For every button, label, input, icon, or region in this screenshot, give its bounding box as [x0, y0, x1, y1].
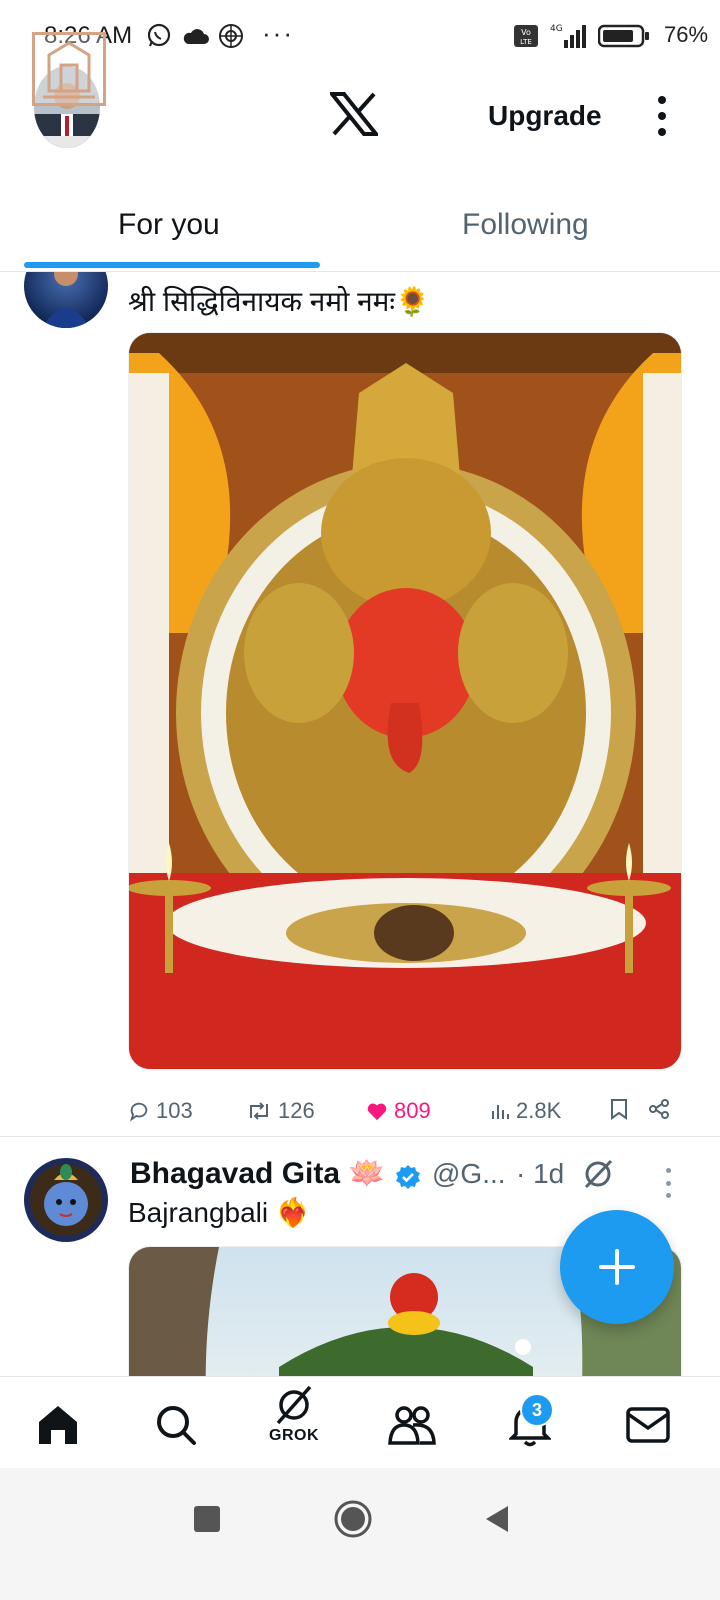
post-divider	[0, 1136, 720, 1137]
svg-text:LTE: LTE	[520, 38, 532, 46]
system-navigation-bar	[0, 1468, 720, 1600]
post-time[interactable]: · 1d	[516, 1158, 564, 1190]
repost-count: 126	[278, 1098, 315, 1123]
bookmark-icon	[611, 1099, 627, 1120]
views-icon	[492, 1105, 509, 1119]
svg-text:Vo: Vo	[521, 28, 531, 37]
verified-badge-icon	[394, 1164, 422, 1197]
nav-home[interactable]	[28, 1395, 88, 1455]
repost-button[interactable]: 126	[246, 1098, 315, 1124]
home-system-button[interactable]	[334, 1500, 372, 1538]
nav-search[interactable]	[146, 1395, 206, 1455]
bookmark-button[interactable]	[610, 1098, 628, 1120]
recents-button[interactable]	[194, 1506, 220, 1532]
share-icon	[649, 1099, 669, 1119]
notifications-badge: 3	[520, 1393, 554, 1427]
compose-post-button[interactable]	[560, 1210, 674, 1324]
bottom-navigation: GROK 3	[0, 1376, 720, 1468]
post-text: श्री सिद्धिविनायक नमो नमः🌻	[128, 286, 430, 317]
repost-icon	[250, 1102, 268, 1120]
whatsapp-icon	[146, 22, 172, 50]
reply-icon	[130, 1102, 148, 1122]
home-icon	[39, 1406, 77, 1444]
share-button[interactable]	[648, 1098, 670, 1120]
network-type: 4G	[550, 24, 563, 34]
app-icon	[218, 22, 244, 50]
reply-count: 103	[156, 1098, 193, 1123]
tab-following[interactable]: Following	[462, 208, 589, 242]
post-header: Bhagavad Gita 🪷 @G... · 1d	[130, 1156, 720, 1200]
image-placeholder-overlay	[32, 32, 106, 106]
timeline-tabs: For you Following	[0, 190, 720, 272]
back-button[interactable]	[484, 1504, 510, 1534]
battery-icon	[598, 22, 650, 50]
volte-icon: Vo LTE	[514, 22, 538, 50]
post-author-avatar[interactable]	[24, 1158, 108, 1242]
views-button[interactable]: 2.8K	[490, 1098, 561, 1124]
grok-icon	[276, 1385, 312, 1425]
status-overflow: ···	[262, 18, 294, 48]
communities-icon	[388, 1406, 436, 1445]
grok-label: GROK	[269, 1427, 319, 1444]
post-actions: 103 126 809 2.8K	[128, 1098, 698, 1138]
signal-icon: 4G	[548, 22, 588, 50]
author-name[interactable]: Bhagavad Gita 🪷	[130, 1156, 386, 1191]
like-count: 809	[394, 1098, 431, 1123]
cloud-icon	[182, 22, 210, 50]
reply-button[interactable]: 103	[128, 1098, 193, 1124]
post-more-icon[interactable]	[666, 1168, 672, 1198]
mail-icon	[626, 1407, 670, 1443]
nav-grok[interactable]: GROK	[264, 1383, 324, 1444]
nav-messages[interactable]	[618, 1395, 678, 1455]
grok-icon[interactable]	[580, 1156, 616, 1197]
tab-for-you[interactable]: For you	[118, 208, 220, 242]
search-icon	[157, 1406, 196, 1445]
tab-selected-indicator	[24, 262, 320, 268]
views-count: 2.8K	[516, 1098, 562, 1123]
more-options-icon[interactable]	[654, 96, 670, 136]
post-author-avatar[interactable]	[24, 272, 108, 328]
plus-icon	[599, 1249, 635, 1285]
post-text: Bajrangbali ❤️‍🔥	[128, 1197, 311, 1228]
x-logo-icon[interactable]	[327, 92, 381, 136]
author-handle[interactable]: @G...	[432, 1158, 506, 1190]
battery-percent: 76%	[664, 22, 709, 47]
heart-icon	[367, 1103, 387, 1121]
nav-communities[interactable]	[382, 1395, 442, 1455]
post-image[interactable]	[128, 332, 682, 1070]
like-button[interactable]: 809	[366, 1098, 431, 1124]
status-bar: 8:26 AM ··· Vo LTE 4G 76%	[0, 0, 720, 72]
upgrade-button[interactable]: Upgrade	[488, 100, 602, 132]
